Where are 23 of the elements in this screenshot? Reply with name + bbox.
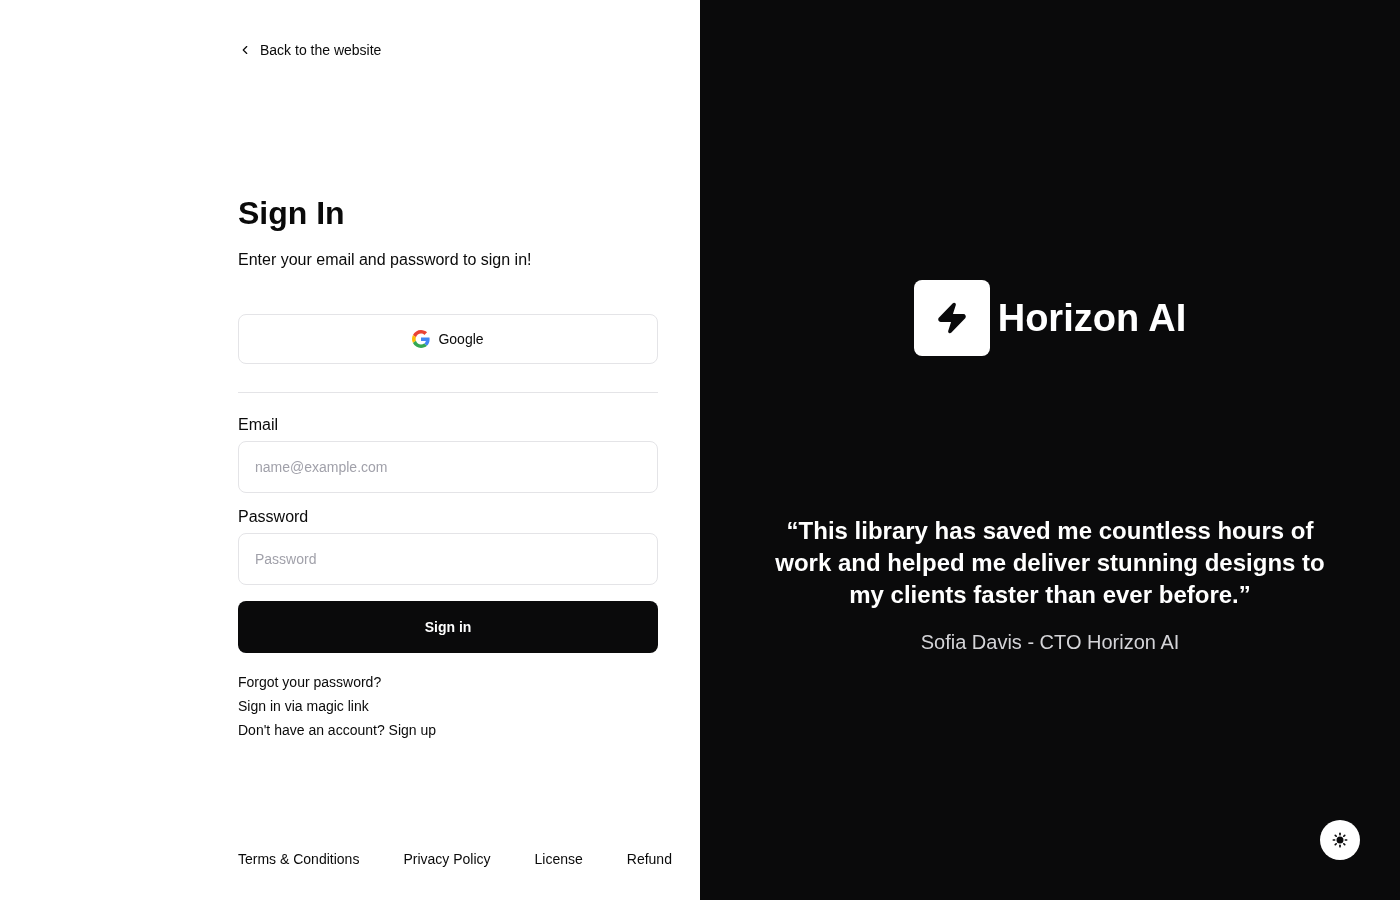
field-label: Password [238, 507, 309, 527]
footer-link[interactable]: Refund [626, 849, 672, 869]
brand-name: Horizon AI [997, 296, 1187, 341]
field-label: Email [238, 415, 278, 435]
testimonial-author: Sofia Davis - CTO Horizon AI [920, 630, 1180, 655]
lightning-logo-icon [913, 280, 990, 356]
google-button[interactable]: Google [238, 314, 658, 364]
testimonial-quote: “This library has saved me countless hours of work and helped me deliver stunning designs to my clients faster than ever before.” [774, 516, 1326, 610]
input-field[interactable]: Password [238, 533, 658, 585]
back-link[interactable]: Back to the website [238, 40, 382, 60]
page-title: Sign In [238, 194, 345, 233]
footer-link[interactable]: License [534, 849, 583, 869]
footer-link[interactable]: Terms & Conditions [238, 849, 360, 869]
sign-in-button[interactable]: Sign in [238, 601, 658, 653]
sun-icon [1332, 832, 1348, 848]
theme-toggle-button[interactable] [1320, 820, 1360, 860]
google-icon [412, 330, 431, 348]
text-link[interactable]: Forgot your password? [238, 670, 382, 694]
text-link[interactable]: Sign in via magic link [238, 694, 369, 718]
page-subtitle: Enter your email and password to sign in! [238, 250, 532, 270]
input-field[interactable]: name@example.com [238, 441, 658, 493]
footer-link[interactable]: Privacy Policy [403, 849, 491, 869]
text-link[interactable]: Don't have an account? Sign up [238, 718, 437, 742]
